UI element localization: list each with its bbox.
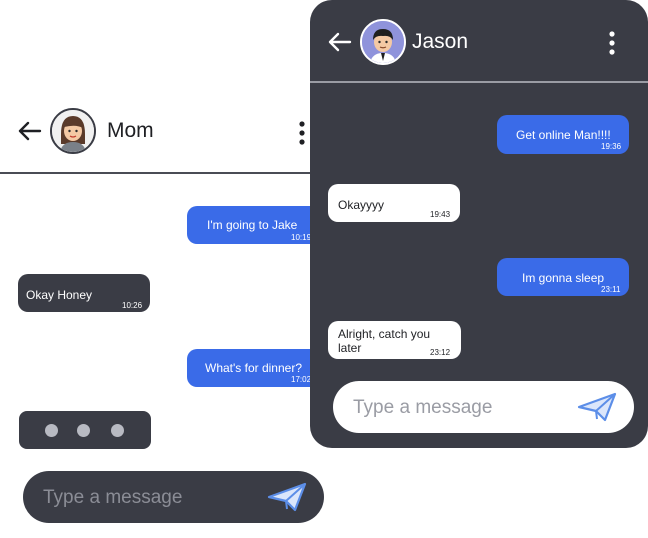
message-bubble: Get online Man!!!! 19:36 <box>497 115 629 154</box>
message-time: 10:26 <box>122 301 143 310</box>
message-time: 17:02 <box>291 375 312 384</box>
message-bubble: Alright, catch you later 23:12 <box>328 321 461 359</box>
message-text: Alright, catch you later <box>338 327 431 355</box>
send-icon[interactable] <box>267 482 307 512</box>
typing-dot <box>77 424 90 437</box>
message-time: 19:36 <box>601 142 622 151</box>
message-time: 19:43 <box>430 210 451 219</box>
message-text: Okay Honey <box>26 288 93 302</box>
message-bubble: What's for dinner? 17:02 <box>187 349 320 387</box>
typing-dot <box>111 424 124 437</box>
message-time: 10:19 <box>291 233 312 242</box>
message-text: I'm going to Jake <box>207 218 298 232</box>
typing-dot <box>45 424 58 437</box>
more-vertical-icon[interactable] <box>607 30 617 56</box>
message-bubble: I'm going to Jake 10:19 <box>187 206 320 244</box>
back-arrow-icon[interactable] <box>16 118 42 144</box>
contact-name: Mom <box>107 119 154 142</box>
message-bubble: Im gonna sleep 23:11 <box>497 258 629 296</box>
message-bubble: Okay Honey 10:26 <box>18 274 150 312</box>
typing-indicator <box>19 411 151 449</box>
send-icon[interactable] <box>577 392 617 422</box>
avatar[interactable] <box>50 108 96 154</box>
message-time: 23:12 <box>430 348 451 357</box>
more-vertical-icon[interactable] <box>297 120 307 146</box>
contact-name: Jason <box>412 30 469 53</box>
message-bubble: Okayyyy 19:43 <box>328 184 460 222</box>
message-text: Im gonna sleep <box>522 271 605 285</box>
avatar[interactable] <box>360 19 406 65</box>
header-divider <box>0 172 330 174</box>
header-divider <box>310 81 648 83</box>
message-text: Get online Man!!!! <box>516 128 611 142</box>
message-text: What's for dinner? <box>205 361 303 375</box>
message-time: 23:11 <box>601 285 621 294</box>
message-input[interactable] <box>351 394 575 422</box>
back-arrow-icon[interactable] <box>326 29 352 55</box>
jason-avatar-illustration <box>362 21 404 63</box>
mom-avatar-illustration <box>52 110 94 152</box>
message-text: Okayyyy <box>338 198 385 212</box>
message-input[interactable] <box>41 484 265 512</box>
